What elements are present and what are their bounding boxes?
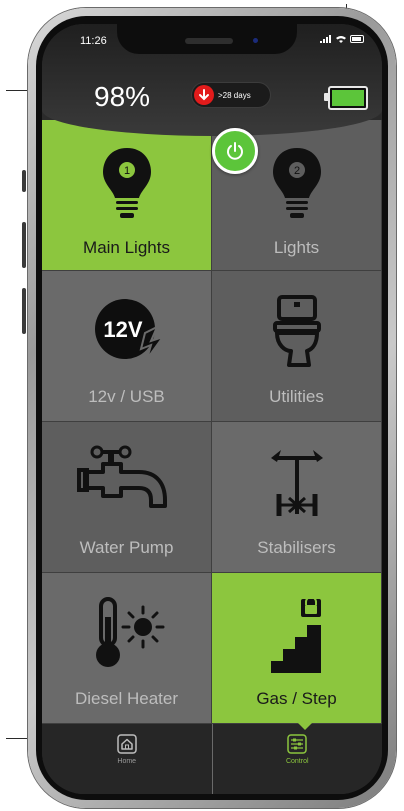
down-arrow-icon [194,85,214,105]
control-grid: 1 Main Lights 2 Lights 12V 12v / USB Uti… [42,120,382,724]
days-remaining-text: >28 days [218,90,251,100]
power-icon [227,142,243,160]
tile-gas-step[interactable]: Gas / Step [212,573,382,724]
tap-icon [42,444,211,520]
mute-switch [22,170,26,192]
battery-percent: 98% [94,81,151,112]
thermometer-sun-icon [42,595,211,671]
phone-frame: 11:26 98% >28 days 1 Main Lights 2 Light… [28,8,396,808]
svg-text:1: 1 [123,165,129,177]
tile-label: Main Lights [83,238,170,257]
power-button[interactable] [212,128,258,174]
stabiliser-icon [212,444,381,520]
tile-label: Water Pump [79,538,174,557]
tile-label: Stabilisers [257,538,336,557]
home-icon [117,734,137,754]
days-remaining-badge[interactable]: >28 days [192,83,270,107]
step-lock-icon [212,595,381,673]
battery-level-icon [324,86,368,110]
tile-label: 12v / USB [88,387,165,406]
battery-nub [324,93,328,101]
tab-control-label: Control [285,758,309,765]
tab-bar: Home Control [42,724,382,794]
tile-stabilisers[interactable]: Stabilisers [212,422,382,573]
tile-diesel-heater[interactable]: Diesel Heater [42,573,212,724]
tile-utilities[interactable]: Utilities [212,271,382,422]
bulb-1-icon: 1 [42,146,211,222]
volume-up-button [22,222,26,268]
tab-home[interactable]: Home [42,724,212,794]
notch [117,24,297,54]
tile-label: Diesel Heater [75,689,178,708]
tile-water-pump[interactable]: Water Pump [42,422,212,573]
tab-control[interactable]: Control [211,724,383,794]
battery-icon [350,35,364,43]
tab-home-label: Home [117,758,137,765]
toilet-icon [212,293,381,369]
speaker [185,38,233,44]
battery-header: 11:26 98% >28 days [42,24,382,136]
tile-label: Lights [273,238,320,257]
status-icons [320,35,364,43]
app-screen: 11:26 98% >28 days 1 Main Lights 2 Light… [42,24,382,794]
svg-text:12V: 12V [103,317,142,342]
front-camera [253,38,258,43]
tile-label: Utilities [269,387,324,406]
active-tab-pointer [297,722,313,730]
tile-label: Gas / Step [256,689,337,708]
status-time: 11:26 [80,35,107,47]
battery-fill [332,90,364,106]
volume-down-button [22,288,26,334]
wifi-icon [336,36,346,43]
signal-icon [320,35,331,43]
tile-12v-usb[interactable]: 12V 12v / USB [42,271,212,422]
tile-main-lights[interactable]: 1 Main Lights [42,120,212,271]
svg-text:2: 2 [293,165,299,177]
12v-icon: 12V [42,293,211,369]
sliders-icon [287,734,307,754]
